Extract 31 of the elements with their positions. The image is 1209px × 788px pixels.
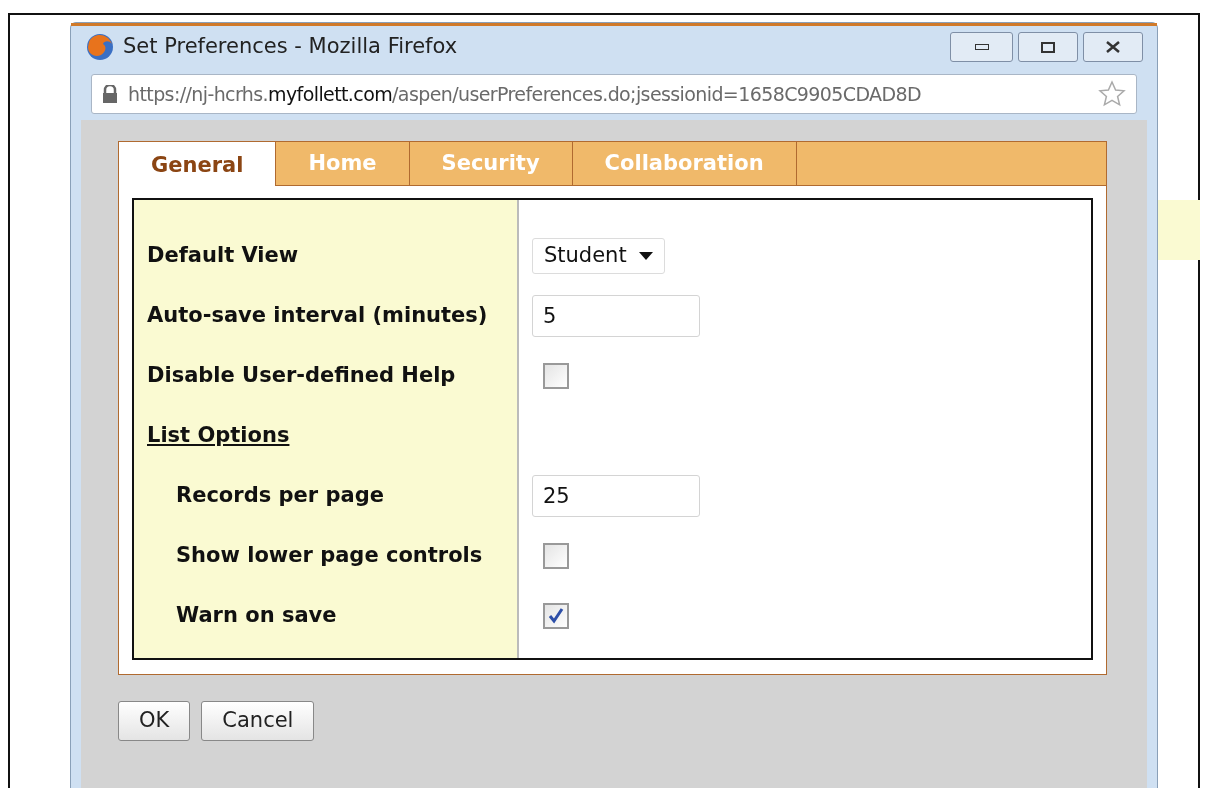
checkmark-icon	[547, 607, 565, 625]
field-label: Warn on save	[176, 602, 337, 630]
view-dropdown[interactable]: Student	[532, 238, 665, 274]
minimize-button[interactable]	[950, 32, 1013, 62]
field-label: Show lower page controls	[176, 542, 483, 570]
checkbox[interactable]	[543, 363, 569, 389]
checkbox[interactable]	[543, 543, 569, 569]
maximize-icon	[1041, 41, 1055, 53]
globe-icon	[85, 32, 115, 62]
input-field[interactable]: 5	[532, 295, 700, 337]
input-field[interactable]: 25	[532, 475, 700, 517]
caret-icon	[638, 252, 653, 260]
minimize-icon	[974, 44, 989, 50]
section-heading: List Options	[147, 422, 290, 450]
field-label: Auto-save interval (minutes)	[147, 302, 488, 330]
checkbox[interactable]	[543, 603, 569, 629]
dialog-button[interactable]: OK	[118, 701, 191, 741]
window-title: Set Preferences - Mozilla Firefox	[123, 33, 459, 61]
maximize-button[interactable]	[1018, 32, 1078, 62]
address-bar[interactable]: https://nj-hcrhs.myfollett.com/aspen/userPreferences.do;jsessionid=1658C9905CDAD8D	[91, 74, 1137, 114]
dialog-button[interactable]: Cancel	[201, 701, 315, 741]
field-label: Default View	[147, 242, 299, 270]
close-button[interactable]	[1083, 32, 1143, 62]
field-label: Records per page	[176, 482, 384, 510]
close-icon	[1105, 41, 1121, 53]
star-icon	[1098, 80, 1126, 108]
lock-icon	[102, 85, 118, 103]
tab[interactable]: General	[119, 142, 277, 186]
background-page-strip	[1155, 200, 1200, 260]
field-label: Disable User-defined Help	[147, 362, 456, 390]
url-text: https://nj-hcrhs.myfollett.com/aspen/userPreferences.do;jsessionid=1658C9905CDAD8D	[128, 81, 923, 107]
